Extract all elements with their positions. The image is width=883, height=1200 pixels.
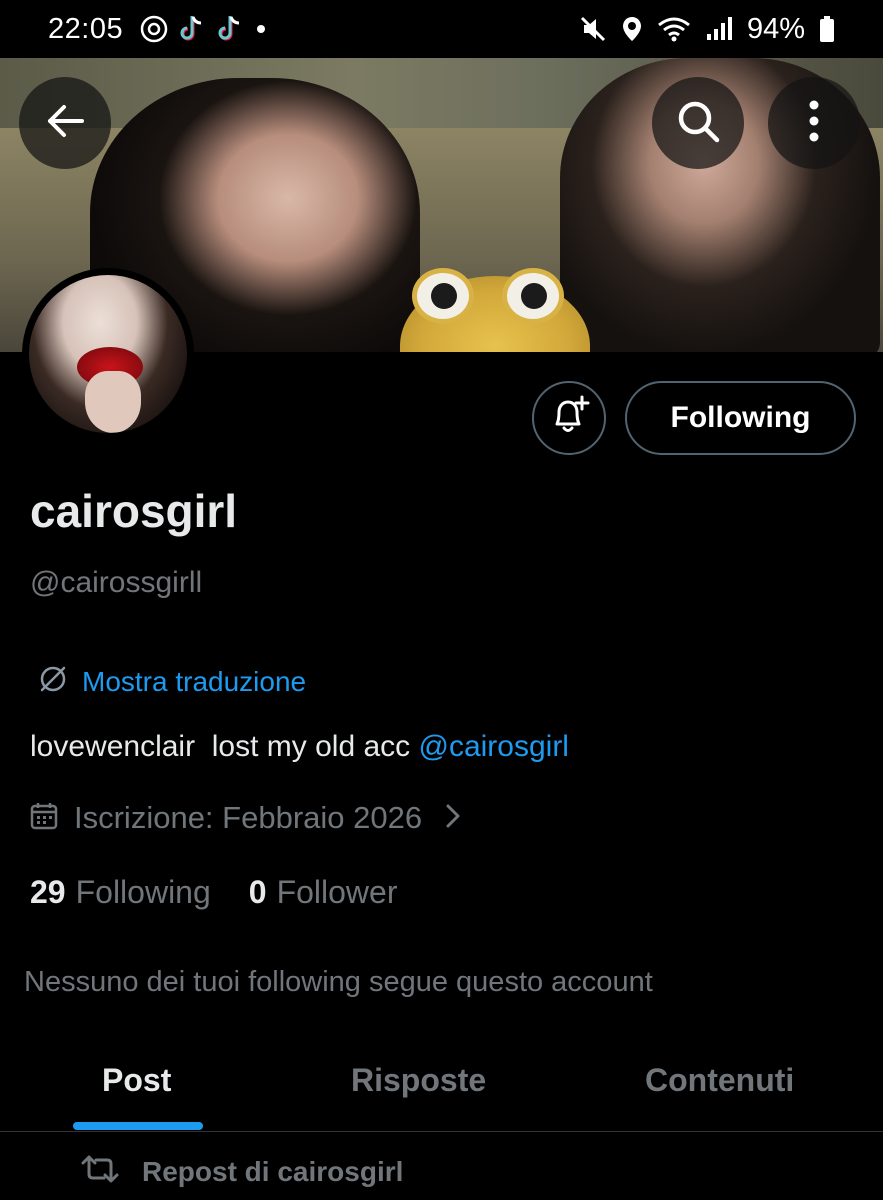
- tab-risposte[interactable]: Risposte: [351, 1062, 486, 1099]
- following-label: Following: [75, 874, 211, 910]
- following-stat[interactable]: 29 Following: [30, 874, 211, 911]
- tiktok-icon: [217, 14, 245, 44]
- translate-link[interactable]: Mostra traduzione: [38, 664, 306, 699]
- plush-eye: [412, 268, 474, 324]
- wifi-icon: [657, 15, 691, 43]
- banner-plush-toy: [400, 268, 590, 352]
- mutual-followers-note: Nessuno dei tuoi following segue questo …: [24, 966, 653, 998]
- avatar-image: [29, 275, 187, 433]
- profile-tabs: Post Risposte Contenuti: [0, 1048, 883, 1132]
- tiktok-icon: [179, 14, 207, 44]
- translate-label: Mostra traduzione: [82, 665, 307, 697]
- plush-eye: [502, 268, 564, 324]
- dot-icon: [255, 23, 267, 35]
- notifications-bell-button[interactable]: [532, 381, 606, 455]
- joined-date-label: Iscrizione: Febbraio 2026: [74, 800, 423, 835]
- battery-icon: [819, 15, 835, 43]
- follow-stats: 29 Following 0 Follower: [30, 874, 397, 911]
- battery-percent: 94%: [746, 12, 805, 45]
- location-icon: [621, 15, 643, 43]
- bio-text: lovewenclair lost my old acc: [30, 730, 419, 763]
- avatar[interactable]: [22, 268, 194, 440]
- repost-label: Repost di cairosgirl: [142, 1155, 404, 1187]
- back-button[interactable]: [19, 77, 111, 169]
- search-icon: [675, 98, 721, 149]
- translate-icon: [38, 664, 68, 699]
- bell-plus-icon: [547, 394, 591, 443]
- display-name: cairosgirl: [30, 485, 238, 537]
- tab-contenuti[interactable]: Contenuti: [645, 1062, 794, 1099]
- notification-icons: [139, 14, 267, 44]
- avatar-hand: [85, 371, 141, 433]
- arrow-left-icon: [44, 100, 86, 147]
- search-button[interactable]: [652, 77, 744, 169]
- followers-label: Follower: [276, 874, 398, 910]
- bio-mention-link[interactable]: @cairosgirl: [418, 730, 568, 763]
- tab-post[interactable]: Post: [102, 1062, 171, 1099]
- signal-icon: [705, 16, 733, 42]
- status-time: 22:05: [48, 12, 124, 45]
- profile-bio: lovewenclair lost my old acc @cairosgirl: [30, 730, 569, 764]
- status-bar: 22:05 94%: [0, 0, 883, 58]
- calendar-icon: [30, 801, 58, 836]
- more-vertical-icon: [808, 99, 820, 148]
- following-button[interactable]: Following: [625, 381, 856, 455]
- repost-icon: [80, 1154, 120, 1189]
- chevron-right-icon: [444, 802, 462, 835]
- threads-icon: [139, 14, 169, 44]
- following-count: 29: [30, 874, 66, 910]
- active-tab-indicator: [73, 1122, 203, 1130]
- user-handle: @cairossgirll: [30, 566, 203, 599]
- more-options-button[interactable]: [768, 77, 860, 169]
- joined-date-row[interactable]: Iscrizione: Febbraio 2026: [30, 800, 462, 836]
- followers-count: 0: [248, 874, 267, 910]
- followers-stat[interactable]: 0 Follower: [249, 874, 398, 911]
- mute-icon: [579, 15, 607, 43]
- system-icons: 94%: [579, 0, 835, 58]
- repost-header[interactable]: Repost di cairosgirl: [80, 1154, 403, 1189]
